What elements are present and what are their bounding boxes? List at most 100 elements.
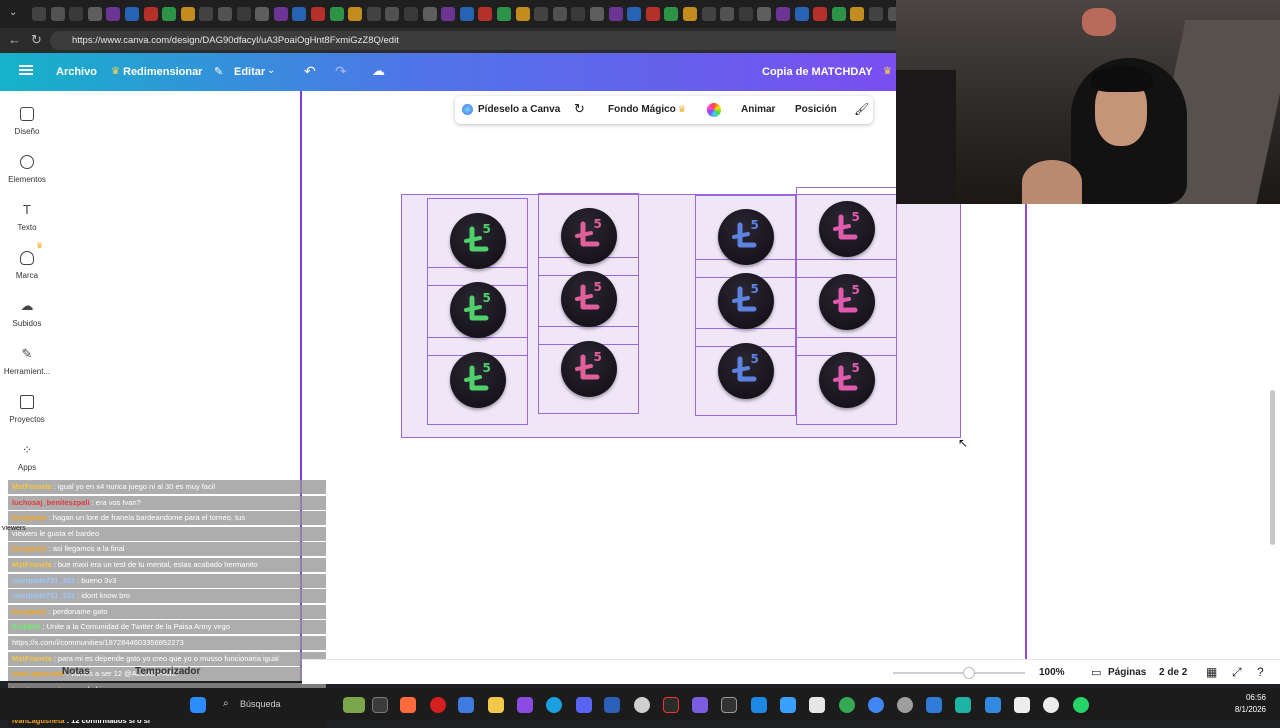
tab-favicon-icon[interactable] — [106, 7, 121, 21]
help-icon[interactable]: ? — [1257, 665, 1264, 679]
color-wheel-icon[interactable] — [707, 103, 721, 117]
edit-menu-button[interactable]: Editar — [234, 66, 265, 78]
app-icon[interactable] — [751, 697, 767, 713]
chat-username[interactable]: riverplate731_322 — [12, 591, 75, 600]
redo-icon[interactable]: ↷ — [335, 63, 347, 80]
vertical-scrollbar[interactable] — [1270, 390, 1275, 545]
animate-button[interactable]: Animar — [741, 104, 775, 115]
app-icon[interactable] — [458, 697, 474, 713]
tab-favicon-icon[interactable] — [236, 7, 251, 21]
chat-username[interactable]: kxngmaxi — [12, 607, 47, 616]
app-icon[interactable] — [780, 697, 796, 713]
tab-favicon-icon[interactable] — [422, 7, 437, 21]
task-view-icon[interactable] — [372, 697, 388, 713]
tab-favicon-icon[interactable] — [404, 7, 418, 21]
opera-icon[interactable] — [430, 697, 446, 713]
tab-favicon-icon[interactable] — [218, 7, 232, 21]
windows-start-icon[interactable] — [190, 697, 206, 713]
notes-button[interactable]: Notas — [62, 666, 90, 677]
tab-favicon-icon[interactable] — [738, 7, 753, 21]
position-button[interactable]: Posición — [795, 104, 837, 115]
tab-favicon-icon[interactable] — [255, 7, 270, 21]
chat-username[interactable]: luchosaj_beniteszpali — [12, 498, 90, 507]
app-icon[interactable] — [809, 697, 825, 713]
chat-username[interactable]: KickBot — [12, 622, 40, 631]
resize-button[interactable]: Redimensionar — [123, 66, 202, 78]
chat-username[interactable]: IvanLagusneta — [12, 669, 65, 678]
widgets-icon[interactable] — [343, 697, 365, 713]
app-icon[interactable] — [517, 697, 533, 713]
chat-username[interactable]: kxngmaxi — [12, 513, 47, 522]
taskbar-search[interactable]: Búsqueda — [216, 694, 326, 714]
back-icon[interactable]: ← — [8, 32, 21, 47]
app-icon[interactable] — [663, 697, 679, 713]
media-player-icon[interactable] — [1043, 697, 1059, 713]
tab-favicon-icon[interactable] — [590, 7, 604, 21]
chat-username[interactable]: riverplate731_322 — [12, 576, 75, 585]
tab-favicon-icon[interactable] — [292, 7, 307, 21]
tab-favicon-icon[interactable] — [571, 7, 586, 21]
tab-favicon-icon[interactable] — [794, 7, 809, 21]
tab-favicon-icon[interactable] — [757, 7, 772, 21]
tab-favicon-icon[interactable] — [534, 7, 549, 21]
undo-icon[interactable]: ↶ — [304, 63, 316, 80]
tab-favicon-icon[interactable] — [552, 7, 567, 21]
tab-favicon-icon[interactable] — [199, 7, 214, 21]
sidebar-item-projects[interactable]: Proyectos — [0, 395, 54, 424]
chat-username[interactable]: MstFranela — [12, 654, 52, 663]
tab-favicon-icon[interactable] — [162, 7, 177, 21]
file-explorer-icon[interactable] — [488, 697, 504, 713]
zoom-slider-handle[interactable] — [963, 667, 975, 679]
app-icon[interactable] — [400, 697, 416, 713]
grid-view-icon[interactable]: ▦ — [1206, 665, 1217, 679]
zoom-slider-track[interactable] — [893, 672, 1025, 674]
tab-favicon-icon[interactable] — [627, 7, 642, 21]
sidebar-item-design[interactable]: Diseño — [0, 107, 54, 136]
magic-background-button[interactable]: Fondo Mágico — [608, 104, 676, 115]
app-icon[interactable] — [985, 697, 1001, 713]
app-icon[interactable] — [955, 697, 971, 713]
tab-favicon-icon[interactable] — [385, 7, 400, 21]
whatsapp-icon[interactable] — [1073, 697, 1089, 713]
edge-icon[interactable] — [546, 697, 562, 713]
tab-favicon-icon[interactable] — [32, 7, 46, 21]
tab-favicon-icon[interactable] — [869, 7, 883, 21]
tab-favicon-icon[interactable] — [720, 7, 735, 21]
tab-favicon-icon[interactable] — [645, 7, 660, 21]
tab-favicon-icon[interactable] — [608, 7, 623, 21]
file-menu-button[interactable]: Archivo — [56, 66, 97, 78]
refresh-icon[interactable]: ↻ — [574, 101, 585, 117]
discord-icon[interactable] — [576, 697, 592, 713]
tab-favicon-icon[interactable] — [180, 7, 195, 21]
tab-list-icon[interactable]: ⌄ — [9, 7, 17, 18]
tab-favicon-icon[interactable] — [683, 7, 697, 21]
url-input[interactable]: https://www.canva.com/design/DAG90dfacyl… — [50, 31, 910, 50]
tab-favicon-icon[interactable] — [273, 7, 288, 21]
sidebar-item-apps[interactable]: ⁘ Apps — [0, 443, 54, 472]
tab-favicon-icon[interactable] — [701, 7, 716, 21]
sidebar-item-tools[interactable]: ✎ Herramient... — [0, 347, 54, 377]
zoom-level[interactable]: 100% — [1039, 667, 1065, 678]
sidebar-item-elements[interactable]: Elementos — [0, 155, 54, 184]
app-icon[interactable] — [926, 697, 942, 713]
menu-icon[interactable] — [19, 65, 33, 75]
app-icon[interactable] — [692, 697, 708, 713]
tab-favicon-icon[interactable] — [348, 7, 363, 21]
chevron-down-icon[interactable]: ⌄ — [267, 65, 275, 76]
app-icon[interactable] — [1014, 697, 1030, 713]
reload-icon[interactable]: ↻ — [31, 32, 42, 48]
tab-favicon-icon[interactable] — [143, 7, 158, 21]
ask-canva-button[interactable]: Pídeselo a Canva — [478, 104, 560, 115]
tab-favicon-icon[interactable] — [366, 7, 381, 21]
chrome-icon[interactable] — [868, 697, 884, 713]
chrome-icon[interactable] — [839, 697, 855, 713]
cloud-save-icon[interactable]: ☁ — [372, 63, 385, 79]
app-icon[interactable] — [634, 697, 650, 713]
tab-favicon-icon[interactable] — [776, 7, 790, 21]
tab-favicon-icon[interactable] — [515, 7, 530, 21]
chat-username[interactable]: MstFranela — [12, 482, 52, 491]
tab-favicon-icon[interactable] — [125, 7, 139, 21]
design-group-selection[interactable] — [401, 194, 961, 438]
tab-favicon-icon[interactable] — [311, 7, 325, 21]
pages-button[interactable]: Páginas — [1108, 667, 1146, 678]
